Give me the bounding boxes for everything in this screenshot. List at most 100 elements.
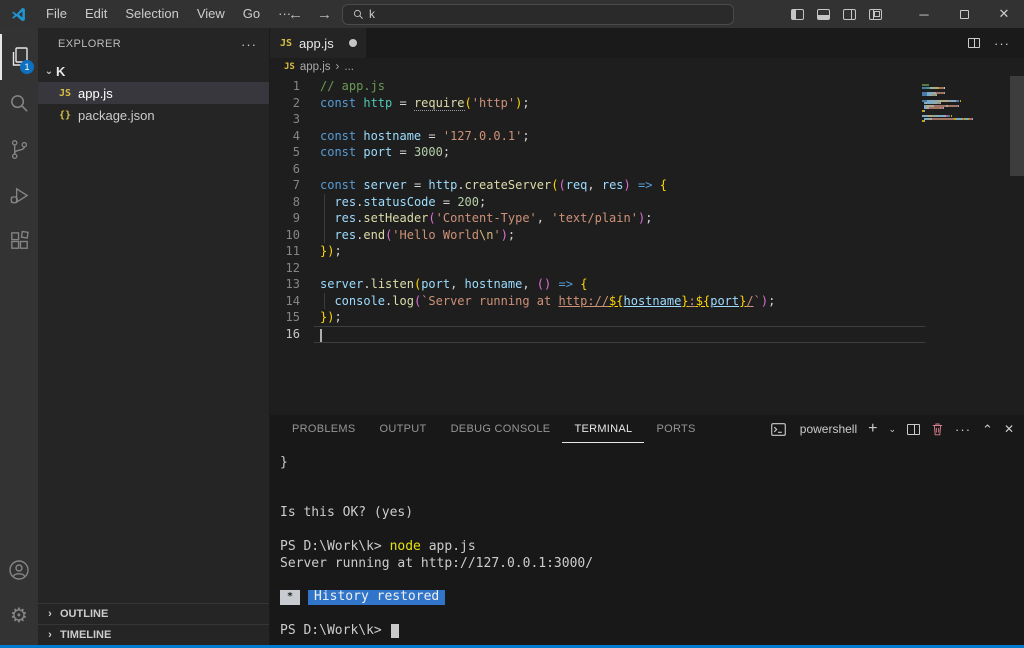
code-line: 13 server.listen(port, hostname, () => { [270, 276, 1024, 293]
search-icon [353, 9, 364, 20]
new-terminal-icon[interactable]: + [868, 421, 877, 437]
run-debug-icon [8, 184, 31, 207]
editor-scrollbar[interactable] [1010, 76, 1024, 176]
breadcrumb[interactable]: JS app.js › ... [270, 58, 1024, 76]
terminal-line [280, 606, 1024, 623]
shell-label[interactable]: powershell [800, 422, 857, 436]
breadcrumb-separator: › [336, 61, 340, 73]
section-timeline[interactable]: › TIMELINE [38, 624, 269, 645]
section-outline[interactable]: ›OUTLINE [38, 603, 269, 624]
code-text: console.log(`Server running at http://${… [320, 294, 775, 308]
sidebar-item-run-debug[interactable] [0, 172, 38, 218]
close-button[interactable]: ✕ [984, 0, 1024, 28]
line-number: 12 [270, 260, 300, 277]
code-line: 10 res.end('Hello World\n'); [270, 227, 1024, 244]
explorer-badge: 1 [20, 60, 34, 74]
tab-appjs[interactable]: JS app.js [270, 28, 366, 58]
sidebar-item-source-control[interactable] [0, 126, 38, 172]
vscode-logo-icon [10, 6, 27, 23]
sidebar-item-explorer[interactable]: 1 [0, 34, 38, 80]
editor-more-icon[interactable]: ··· [994, 36, 1010, 51]
code-line: 15}); [270, 309, 1024, 326]
kill-terminal-trash-icon[interactable] [931, 422, 944, 436]
terminal-line: } [280, 455, 1024, 472]
chevron-right-icon: › [44, 629, 56, 641]
search-input[interactable]: k [342, 4, 734, 25]
menu-item-selection[interactable]: Selection [116, 0, 187, 28]
breadcrumb-more[interactable]: ... [344, 61, 354, 73]
code-line: 6 [270, 161, 1024, 178]
panel-tab-ports[interactable]: PORTS [644, 415, 707, 443]
code-line: 9 res.setHeader('Content-Type', 'text/pl… [270, 210, 1024, 227]
code-line: 7const server = http.createServer((req, … [270, 177, 1024, 194]
code-text: }); [320, 244, 342, 258]
toggle-secondary-sidebar-icon[interactable] [843, 9, 856, 20]
menu-item-file[interactable]: File [37, 0, 76, 28]
breadcrumb-file[interactable]: app.js [300, 61, 331, 73]
split-editor-icon[interactable] [968, 38, 980, 48]
line-number: 11 [270, 243, 300, 260]
code-line: 5const port = 3000; [270, 144, 1024, 161]
code-text: const server = http.createServer((req, r… [320, 178, 667, 192]
terminal-line [280, 522, 1024, 539]
indent-guide [324, 194, 325, 244]
maximize-panel-icon[interactable]: ⌃ [982, 423, 993, 436]
sidebar-header: EXPLORER ··· [38, 28, 269, 60]
close-panel-icon[interactable]: ✕ [1004, 423, 1014, 435]
file-row-app-js[interactable]: JSapp.js [38, 82, 269, 104]
toggle-panel-icon[interactable] [817, 9, 830, 20]
terminal-dropdown-icon[interactable]: ⌄ [888, 424, 896, 435]
minimap[interactable] [922, 84, 994, 126]
modified-dot-icon[interactable] [349, 39, 357, 47]
line-number: 13 [270, 276, 300, 293]
file-row-package-json[interactable]: {} package.json [38, 104, 269, 126]
account-button[interactable] [0, 547, 38, 593]
panel-tab-terminal[interactable]: TERMINAL [562, 415, 644, 443]
minimize-button[interactable]: ─ [904, 0, 944, 28]
menubar: FileEditSelectionViewGo··· [37, 0, 300, 28]
panel-tabs: PROBLEMSOUTPUTDEBUG CONSOLETERMINALPORTS [280, 415, 708, 443]
panel-tab-output[interactable]: OUTPUT [368, 415, 439, 443]
terminal-line: PS D:\Work\k> [280, 623, 1024, 640]
terminal-line: Server running at http://127.0.0.1:3000/ [280, 556, 1024, 573]
chevron-down-icon: ⌄ [42, 66, 56, 77]
section-label: TIMELINE [60, 629, 111, 641]
maximize-button[interactable] [944, 0, 984, 28]
sidebar-more-icon[interactable]: ··· [241, 37, 257, 52]
source-control-branch-icon [8, 138, 31, 161]
chevron-right-icon: › [44, 608, 56, 620]
sidebar-item-search[interactable] [0, 80, 38, 126]
code-text: server.listen(port, hostname, () => { [320, 277, 587, 291]
split-terminal-icon[interactable] [907, 424, 920, 435]
menu-item-view[interactable]: View [188, 0, 234, 28]
json-file-icon: {} [58, 110, 72, 121]
toggle-primary-sidebar-icon[interactable] [791, 9, 804, 20]
maximize-icon [960, 10, 969, 19]
terminal-line: PS D:\Work\k> node app.js [280, 539, 1024, 556]
nav-arrows: ← → [288, 0, 332, 28]
terminal-output[interactable]: }Is this OK? (yes)PS D:\Work\k> node app… [270, 443, 1024, 645]
panel-tab-debug-console[interactable]: DEBUG CONSOLE [439, 415, 563, 443]
code-editor[interactable]: 1// app.js2const http = require('http');… [270, 76, 1024, 415]
code-line: 12 [270, 260, 1024, 277]
nav-back-icon[interactable]: ← [288, 6, 303, 23]
main-area: 1 [0, 28, 1024, 645]
panel-header: PROBLEMSOUTPUTDEBUG CONSOLETERMINALPORTS… [270, 415, 1024, 443]
panel-tab-problems[interactable]: PROBLEMS [280, 415, 368, 443]
code-text: res.statusCode = 200; [320, 195, 486, 209]
line-number: 14 [270, 293, 300, 310]
bottom-panel: PROBLEMSOUTPUTDEBUG CONSOLETERMINALPORTS… [270, 415, 1024, 645]
customize-layout-icon[interactable] [869, 9, 882, 20]
sidebar-item-extensions[interactable] [0, 218, 38, 264]
folder-row[interactable]: ⌄ K [38, 60, 269, 82]
menu-item-edit[interactable]: Edit [76, 0, 116, 28]
code-text: res.end('Hello World\n'); [320, 228, 515, 242]
code-text: const hostname = '127.0.0.1'; [320, 129, 530, 143]
menu-item-go[interactable]: Go [234, 0, 269, 28]
settings-button[interactable]: ⚙ [0, 593, 38, 639]
nav-forward-icon[interactable]: → [317, 6, 332, 23]
search-value: k [369, 7, 375, 21]
file-name: package.json [78, 108, 155, 123]
panel-more-icon[interactable]: ··· [955, 422, 971, 437]
history-restored-badge: History restored [308, 590, 445, 605]
